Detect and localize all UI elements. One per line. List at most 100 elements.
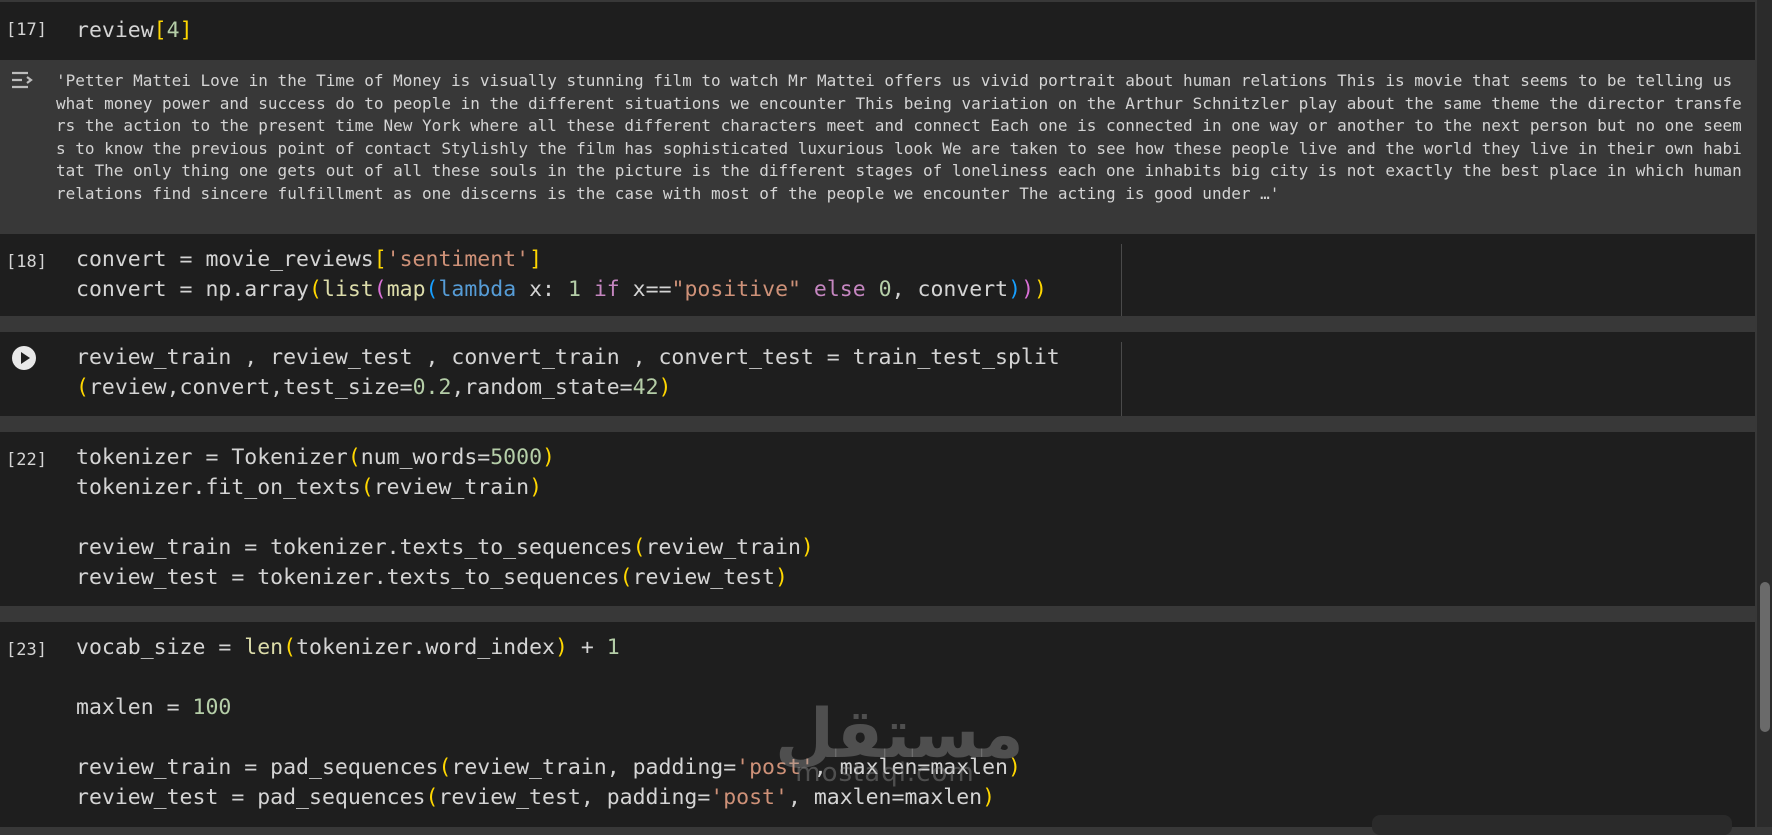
editor-ruler: [1121, 342, 1122, 416]
execution-count: [18]: [6, 252, 47, 272]
output-text: 'Petter Mattei Love in the Time of Money…: [56, 71, 1752, 203]
code-line: review_train = tokenizer.texts_to_sequen…: [76, 533, 814, 563]
cell-toolbar[interactable]: [1372, 815, 1732, 835]
code-token: ): [658, 375, 672, 400]
code-token: ,random_state=: [451, 375, 633, 400]
code-token: ): [554, 635, 568, 660]
code-cell-18[interactable]: [18] convert = movie_reviews['sentiment'…: [0, 234, 1755, 316]
code-token: ): [800, 535, 814, 560]
run-cell-icon[interactable]: [12, 346, 36, 370]
code-token: 0.2: [412, 375, 452, 400]
code-token: tokenizer.word_index: [296, 635, 555, 660]
code-token: convert = movie_reviews: [76, 247, 374, 272]
code-token: tokenizer.fit_on_texts: [76, 475, 361, 500]
execution-count: [22]: [6, 450, 47, 470]
code-token: review: [76, 18, 154, 43]
code-token: 1: [567, 277, 581, 302]
code-editor[interactable]: review_train , review_test , convert_tra…: [76, 343, 1060, 403]
watermark-logo: مستقل mostaql.com: [775, 700, 1024, 787]
code-token: (: [425, 785, 439, 810]
code-token: ): [1034, 277, 1047, 302]
code-line: vocab_size = len(tokenizer.word_index) +…: [76, 633, 1021, 663]
code-token: (: [309, 277, 322, 302]
code-token: lambda: [438, 277, 517, 302]
code-token: ): [529, 475, 543, 500]
code-line: convert = np.array(list(map(lambda x: 1 …: [76, 275, 1047, 305]
code-token: ): [1021, 277, 1035, 302]
code-line: (review,convert,test_size=0.2,random_sta…: [76, 373, 1060, 403]
code-token: convert = np.array: [76, 277, 309, 302]
code-token: 5000: [490, 445, 543, 470]
cell-output: 'Petter Mattei Love in the Time of Money…: [0, 60, 1755, 234]
code-token: (: [360, 475, 374, 500]
code-cell-17[interactable]: [17] review[4] 'Petter Mattei Love in th…: [0, 2, 1755, 234]
code-token: x:: [516, 277, 568, 302]
code-line: review[4]: [76, 16, 193, 46]
code-token: list: [321, 277, 374, 302]
code-token: review_train: [645, 535, 801, 560]
code-token: +: [567, 635, 607, 660]
code-token: 'post': [710, 785, 788, 810]
code-token: 0: [878, 277, 892, 302]
code-token: map: [386, 277, 426, 302]
code-token: , maxlen=maxlen: [787, 785, 983, 810]
code-token: maxlen =: [76, 695, 193, 720]
code-line: review_test = tokenizer.texts_to_sequenc…: [76, 563, 814, 593]
code-token: ): [775, 565, 788, 590]
code-token: review_test: [632, 565, 775, 590]
code-token: ]: [179, 18, 193, 43]
editor-ruler: [1121, 244, 1122, 316]
code-token: review,convert,test_size=: [88, 375, 413, 400]
code-token: "positive": [671, 277, 801, 302]
code-token: 100: [192, 695, 232, 720]
code-token: 'sentiment': [386, 247, 530, 272]
code-token: review_train = tokenizer.texts_to_sequen…: [76, 535, 633, 560]
code-cell-22[interactable]: [22] tokenizer = Tokenizer(num_words=500…: [0, 432, 1755, 606]
code-token: review_test, padding=: [438, 785, 711, 810]
code-token: (: [438, 755, 452, 780]
code-token: ]: [529, 247, 543, 272]
scrollbar-thumb[interactable]: [1760, 582, 1770, 732]
code-line: tokenizer = Tokenizer(num_words=5000): [76, 443, 814, 473]
code-token: x==: [619, 277, 672, 302]
code-token: ): [982, 785, 996, 810]
code-token: vocab_size =: [76, 635, 245, 660]
code-token: (: [76, 375, 89, 400]
code-token: 1: [606, 635, 620, 660]
code-token: (: [373, 277, 387, 302]
code-token: , convert: [891, 277, 1009, 302]
code-token: review_train: [373, 475, 530, 500]
code-token: len: [244, 635, 284, 660]
code-line: tokenizer.fit_on_texts(review_train): [76, 473, 814, 503]
code-token: [: [153, 18, 167, 43]
code-editor[interactable]: tokenizer = Tokenizer(num_words=5000) tok…: [76, 443, 814, 593]
code-token: 4: [166, 18, 180, 43]
code-token: [: [373, 247, 387, 272]
code-token: (: [283, 635, 297, 660]
output-collapse-icon[interactable]: [10, 68, 38, 92]
code-token: num_words=: [360, 445, 491, 470]
code-token: review_train , review_test , convert_tra…: [76, 345, 1060, 370]
code-token: else: [813, 277, 866, 302]
code-token: if: [593, 277, 620, 302]
code-token: review_train, padding=: [451, 755, 737, 780]
code-token: ): [542, 445, 555, 470]
execution-count: [23]: [6, 640, 47, 660]
code-token: ): [1008, 277, 1022, 302]
code-token: tokenizer = Tokenizer: [76, 445, 348, 470]
code-editor[interactable]: convert = movie_reviews['sentiment'] conv…: [76, 245, 1047, 305]
code-line: review_train , review_test , convert_tra…: [76, 343, 1060, 373]
code-token: (: [425, 277, 439, 302]
code-token: review_train = pad_sequences: [76, 755, 439, 780]
code-token: review_test = pad_sequences: [76, 785, 426, 810]
code-token: (: [619, 565, 633, 590]
code-token: 42: [632, 375, 659, 400]
code-editor[interactable]: review[4]: [76, 16, 193, 46]
code-cell-split[interactable]: review_train , review_test , convert_tra…: [0, 332, 1755, 416]
code-line: convert = movie_reviews['sentiment']: [76, 245, 1047, 275]
